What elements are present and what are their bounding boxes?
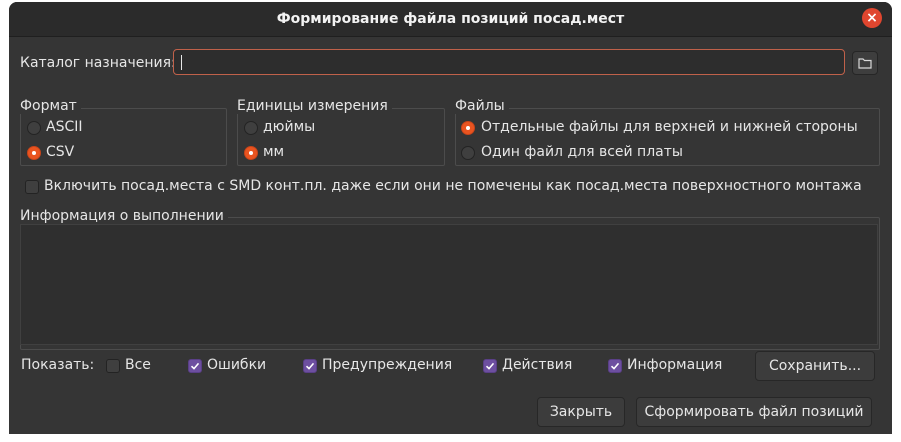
files-single-label[interactable]: Один файл для всей платы	[481, 144, 683, 160]
units-inches-radio[interactable]	[244, 121, 258, 135]
check-icon	[485, 362, 495, 370]
text-caret	[181, 55, 182, 70]
filter-errors-checkbox[interactable]	[188, 359, 202, 373]
files-group-title: Файлы	[455, 98, 509, 114]
format-csv-label[interactable]: CSV	[46, 144, 74, 160]
show-label: Показать:	[21, 357, 95, 373]
format-group-title: Формат	[20, 98, 81, 114]
messages-log[interactable]	[20, 224, 878, 345]
destination-label: Каталог назначения:	[20, 55, 176, 71]
title-bar: Формирование файла позиций посад.мест ×	[9, 2, 892, 37]
filter-all-checkbox[interactable]	[106, 359, 120, 373]
format-ascii-label[interactable]: ASCII	[46, 119, 83, 135]
format-csv-radio[interactable]	[27, 146, 41, 160]
dialog-title: Формирование файла позиций посад.мест	[276, 11, 625, 27]
filter-warnings-label[interactable]: Предупреждения	[322, 357, 452, 373]
filter-warnings-checkbox[interactable]	[303, 359, 317, 373]
messages-group-title: Информация о выполнении	[20, 208, 228, 224]
filter-all-label[interactable]: Все	[125, 357, 151, 373]
files-single-radio[interactable]	[461, 146, 475, 160]
units-inches-label[interactable]: дюймы	[263, 119, 315, 135]
close-icon[interactable]: ×	[862, 8, 882, 28]
include-smd-checkbox[interactable]	[25, 180, 39, 194]
save-report-button[interactable]: Сохранить...	[755, 351, 875, 381]
filter-info-label[interactable]: Информация	[627, 357, 722, 373]
close-button[interactable]: Закрыть	[537, 397, 625, 427]
check-icon	[610, 362, 620, 370]
files-separate-label[interactable]: Отдельные файлы для верхней и нижней сто…	[481, 119, 858, 135]
dialog-window: Формирование файла позиций посад.мест × …	[9, 2, 892, 434]
filter-actions-label[interactable]: Действия	[502, 357, 572, 373]
check-icon	[190, 362, 200, 370]
filter-actions-checkbox[interactable]	[483, 359, 497, 373]
include-smd-label[interactable]: Включить посад.места с SMD конт.пл. даже…	[44, 178, 862, 194]
files-separate-radio[interactable]	[461, 121, 475, 135]
filter-info-checkbox[interactable]	[608, 359, 622, 373]
format-ascii-radio[interactable]	[27, 121, 41, 135]
check-icon	[305, 362, 315, 370]
units-mm-label[interactable]: мм	[263, 144, 284, 160]
folder-icon	[858, 58, 872, 69]
browse-folder-button[interactable]	[852, 51, 878, 75]
filter-errors-label[interactable]: Ошибки	[207, 357, 266, 373]
units-mm-radio[interactable]	[244, 146, 258, 160]
generate-button[interactable]: Сформировать файл позиций	[636, 397, 872, 427]
units-group-title: Единицы измерения	[237, 98, 392, 114]
destination-input[interactable]	[173, 49, 845, 75]
